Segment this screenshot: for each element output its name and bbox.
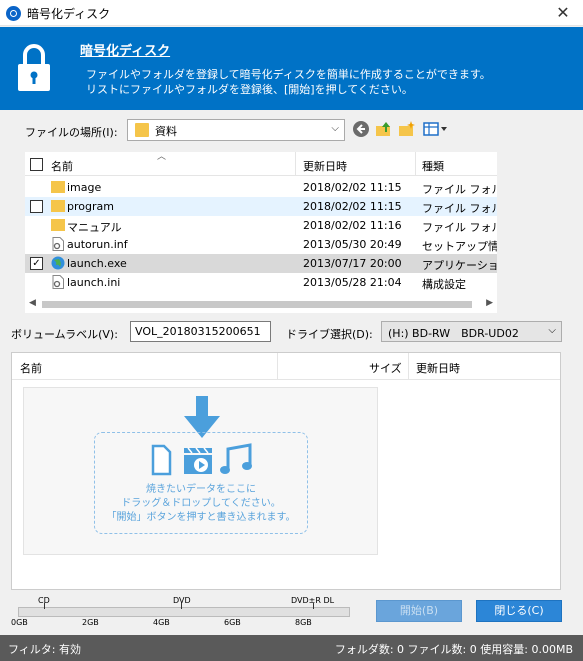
settings-file-icon bbox=[52, 237, 64, 251]
media-types-icon bbox=[151, 443, 252, 476]
file-row[interactable]: autorun.inf 2013/05/30 20:49 セットアップ情報 bbox=[25, 235, 497, 254]
start-button[interactable]: 開始(B) bbox=[376, 600, 462, 622]
file-date: 2018/02/02 11:16 bbox=[303, 219, 402, 232]
file-list-header: ︿ 名前 更新日時 種類 bbox=[25, 152, 497, 176]
banner-desc-line-2: リストにファイルやフォルダを登録後、[開始]を押してください。 bbox=[86, 83, 413, 96]
disc-list-header: 名前 サイズ 更新日時 bbox=[12, 353, 560, 380]
banner-heading: 暗号化ディスク bbox=[80, 44, 171, 59]
folder-icon bbox=[51, 219, 65, 231]
column-name[interactable]: 名前 bbox=[20, 360, 42, 376]
file-name: マニュアル bbox=[67, 221, 122, 234]
file-checkbox[interactable] bbox=[30, 200, 43, 213]
gauge-tick: 6GB bbox=[224, 618, 241, 627]
chevron-down-icon: ⌵ bbox=[548, 325, 556, 336]
folder-icon bbox=[51, 200, 65, 212]
column-date[interactable]: 更新日時 bbox=[303, 158, 347, 174]
status-bar: フィルタ: 有効 フォルダ数: 0 ファイル数: 0 使用容量: 0.00MB bbox=[0, 635, 583, 661]
window-title: 暗号化ディスク bbox=[27, 7, 111, 21]
file-type: ファイル フォルダー bbox=[422, 221, 497, 234]
file-row[interactable]: launch.ini 2013/05/28 21:04 構成設定 bbox=[25, 273, 497, 292]
file-date: 2018/02/02 11:15 bbox=[303, 200, 402, 213]
folder-icon bbox=[135, 123, 149, 137]
file-row[interactable]: ✓ launch.exe 2013/07/17 20:00 アプリケーション bbox=[25, 254, 497, 273]
gauge-tick: 0GB bbox=[11, 618, 28, 627]
file-name: autorun.inf bbox=[67, 238, 128, 251]
capacity-bar bbox=[18, 607, 350, 617]
volume-label: ボリュームラベル(V): bbox=[11, 328, 118, 341]
header-banner: 暗号化ディスク ファイルやフォルダを登録して暗号化ディスクを簡単に作成することが… bbox=[0, 27, 583, 110]
gauge-tick: 8GB bbox=[295, 618, 312, 627]
location-label: ファイルの場所(I): bbox=[25, 126, 118, 139]
close-button[interactable]: 閉じる(C) bbox=[476, 600, 562, 622]
scroll-right-icon[interactable]: ▶ bbox=[486, 298, 493, 308]
drop-target-box: 焼きたいデータをここに ドラッグ＆ドロップしてください。 「開始」ボタンを押すと… bbox=[94, 432, 308, 534]
column-divider[interactable] bbox=[415, 152, 416, 176]
app-icon bbox=[6, 6, 21, 21]
dvd-marker bbox=[181, 603, 182, 609]
column-divider[interactable] bbox=[277, 353, 278, 380]
cd-marker bbox=[44, 603, 45, 609]
file-type: ファイル フォルダー bbox=[422, 202, 497, 215]
sort-up-icon: ︿ bbox=[157, 152, 167, 162]
column-divider[interactable] bbox=[295, 152, 296, 176]
file-checkbox[interactable]: ✓ bbox=[30, 257, 43, 270]
view-menu-icon[interactable] bbox=[422, 120, 448, 138]
horizontal-scrollbar[interactable]: ◀ ▶ bbox=[25, 296, 497, 313]
file-type: 構成設定 bbox=[422, 278, 466, 291]
banner-desc-line-1: ファイルやフォルダを登録して暗号化ディスクを簡単に作成することができます。 bbox=[86, 68, 491, 81]
banner-description: ファイルやフォルダを登録して暗号化ディスクを簡単に作成することができます。 リス… bbox=[86, 67, 491, 97]
column-date[interactable]: 更新日時 bbox=[416, 360, 460, 376]
counts-status: フォルダ数: 0 ファイル数: 0 使用容量: 0.00MB bbox=[334, 643, 573, 656]
column-type[interactable]: 種類 bbox=[422, 158, 444, 174]
folder-icon bbox=[51, 181, 65, 193]
column-name[interactable]: 名前 bbox=[51, 158, 73, 174]
location-value: 資料 bbox=[155, 125, 177, 138]
back-icon[interactable] bbox=[352, 120, 370, 138]
drop-text-line-3: 「開始」ボタンを押すと書き込まれます。 bbox=[106, 512, 296, 523]
drop-text-line-1: 焼きたいデータをここに bbox=[146, 484, 256, 495]
title-bar: 暗号化ディスク ✕ bbox=[0, 0, 583, 26]
volume-label-input[interactable]: VOL_20180315200651 bbox=[130, 321, 271, 342]
file-type: アプリケーション bbox=[422, 259, 497, 272]
settings-file-icon bbox=[52, 275, 64, 289]
close-window-button[interactable]: ✕ bbox=[543, 0, 583, 26]
file-row[interactable]: program 2018/02/02 11:15 ファイル フォルダー bbox=[25, 197, 497, 216]
column-size[interactable]: サイズ bbox=[369, 360, 402, 376]
scroll-left-icon[interactable]: ◀ bbox=[29, 298, 36, 308]
file-name: image bbox=[67, 181, 102, 194]
location-dropdown[interactable]: 資料 ⌵ bbox=[127, 119, 345, 141]
dvd-dl-marker bbox=[313, 603, 314, 609]
filter-status: フィルタ: 有効 bbox=[8, 643, 81, 656]
lock-icon bbox=[18, 44, 50, 91]
new-folder-icon[interactable] bbox=[398, 120, 416, 138]
file-type: セットアップ情報 bbox=[422, 240, 497, 253]
drive-label: ドライブ選択(D): bbox=[286, 328, 373, 341]
chevron-down-icon: ⌵ bbox=[331, 123, 339, 134]
file-row[interactable]: image 2018/02/02 11:15 ファイル フォルダー bbox=[25, 178, 497, 197]
drop-instructions: 焼きたいデータをここに ドラッグ＆ドロップしてください。 「開始」ボタンを押すと… bbox=[95, 483, 307, 525]
gauge-tick: 4GB bbox=[153, 618, 170, 627]
file-name: launch.ini bbox=[67, 276, 121, 289]
file-name: program bbox=[67, 200, 114, 213]
up-folder-icon[interactable] bbox=[375, 120, 393, 138]
drop-zone[interactable]: 焼きたいデータをここに ドラッグ＆ドロップしてください。 「開始」ボタンを押すと… bbox=[23, 387, 378, 555]
scrollbar-thumb[interactable] bbox=[42, 301, 472, 308]
drive-value: (H:) BD-RW BDR-UD02 bbox=[388, 327, 519, 340]
file-name: launch.exe bbox=[67, 257, 127, 270]
file-date: 2013/05/30 20:49 bbox=[303, 238, 402, 251]
gauge-tick: 2GB bbox=[82, 618, 99, 627]
drive-dropdown[interactable]: (H:) BD-RW BDR-UD02 ⌵ bbox=[381, 321, 562, 342]
file-date: 2013/07/17 20:00 bbox=[303, 257, 402, 270]
drop-text-line-2: ドラッグ＆ドロップしてください。 bbox=[121, 498, 281, 509]
file-row[interactable]: マニュアル 2018/02/02 11:16 ファイル フォルダー bbox=[25, 216, 497, 235]
select-all-checkbox[interactable] bbox=[30, 158, 43, 171]
file-date: 2018/02/02 11:15 bbox=[303, 181, 402, 194]
disc-content-list[interactable]: 名前 サイズ 更新日時 焼きたいデータをここに ドラッグ＆ドロップしてください。… bbox=[11, 352, 561, 590]
file-type: ファイル フォルダー bbox=[422, 183, 497, 196]
file-list[interactable]: ︿ 名前 更新日時 種類 image 2018/02/02 11:15 ファイル… bbox=[25, 152, 497, 313]
file-date: 2013/05/28 21:04 bbox=[303, 276, 402, 289]
capacity-gauge: CD DVD DVD±R DL 0GB 2GB 4GB 6GB 8GB bbox=[11, 596, 356, 630]
column-divider[interactable] bbox=[408, 353, 409, 380]
globe-icon bbox=[51, 256, 65, 270]
